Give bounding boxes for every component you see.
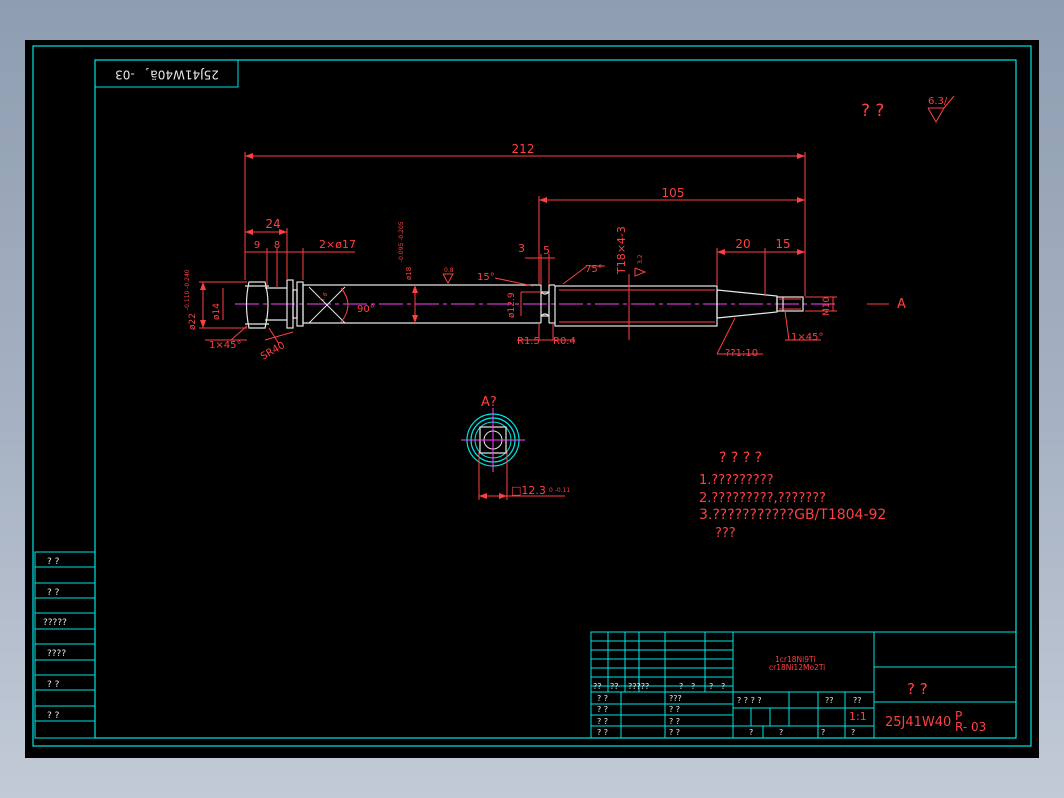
- weight-header: ??: [825, 696, 834, 705]
- dim-3: 3: [518, 242, 525, 255]
- notes-line-2: 2.?????????,???????: [699, 491, 826, 506]
- sheet-cell: ?: [749, 728, 753, 737]
- roughness-marks: ? ?: [861, 101, 884, 121]
- row-left: ? ?: [597, 728, 608, 737]
- row-mid: ? ?: [669, 717, 680, 726]
- dim-phi129: ø12.9: [507, 292, 517, 318]
- left-table-cell: ????: [47, 649, 66, 659]
- notes-line-1: 1.?????????: [699, 473, 774, 488]
- sign-header: ??: [610, 682, 619, 691]
- title-block: 1cr18Ni9Ti cr18Ni12Mo2Ti ?? ?? ????? ? ?…: [590, 631, 1017, 739]
- dim-sr: SR40: [259, 340, 287, 363]
- dim-20: 20: [735, 237, 750, 251]
- dim-9: 9: [254, 240, 260, 251]
- notes-title: ? ? ? ?: [719, 450, 762, 466]
- dim-chamfer1: 1×45°: [209, 340, 241, 351]
- dim-groove: 2×ø17: [319, 238, 356, 251]
- dim-chamfer2: 1×45°: [791, 332, 823, 343]
- section-view-a: A? □12.3 0 -0.11: [461, 395, 570, 500]
- dim-ang15: 15°: [477, 272, 495, 283]
- sign-header: ?: [679, 682, 683, 691]
- stamp-box: 25J41W40ä¸-03: [94, 59, 239, 88]
- drawing-code: 25J41W40: [885, 715, 951, 730]
- sheet-cell: ?: [851, 728, 855, 737]
- roughness-value: 6.3/: [928, 96, 948, 107]
- sign-header: ??: [593, 682, 602, 691]
- sheet-cell: ?: [821, 728, 825, 737]
- dim-thread: T18×4-3: [615, 226, 628, 275]
- row-mid: ? ?: [669, 728, 680, 737]
- sign-header: ?????: [628, 682, 649, 691]
- row-mid: ? ?: [669, 705, 680, 714]
- dim-m10: M10: [822, 297, 832, 316]
- section-label-a: A: [897, 297, 906, 312]
- cad-viewport[interactable]: 25J41W40ä¸-03 ? ? 6.3/: [25, 40, 1039, 758]
- notes-line-4: ???: [715, 526, 736, 541]
- drawing-code-r: R- 03: [955, 720, 986, 734]
- sign-header: ?: [709, 682, 713, 691]
- stage-header: ? ? ? ?: [737, 696, 762, 705]
- rough-small-3: 3.2: [637, 254, 644, 264]
- view-square-dim: □12.3: [511, 484, 546, 497]
- dim-ang75: 75°: [585, 264, 603, 275]
- left-table-cell: ? ?: [47, 680, 60, 690]
- material-line-2: cr18Ni12Mo2Ti: [769, 663, 825, 672]
- roughness-note: ? ? 6.3/: [861, 95, 955, 124]
- dim-105: 105: [662, 186, 685, 200]
- dim-phi22: ø22: [188, 313, 198, 330]
- scale-header: ??: [853, 696, 862, 705]
- roughness-small-icon-2: [634, 267, 647, 277]
- left-revision-table: ? ? ? ? ????? ???? ? ? ? ?: [34, 551, 96, 739]
- rough-small-2: 1.6: [319, 291, 330, 303]
- row-left: ? ?: [597, 694, 608, 703]
- sign-header: ?: [691, 682, 695, 691]
- part-name: ? ?: [907, 680, 928, 698]
- dim-15: 15: [775, 237, 790, 251]
- left-table-cell: ? ?: [47, 588, 60, 598]
- dim-5: 5: [543, 244, 550, 257]
- dim-r15: R1.5: [517, 336, 540, 347]
- sheet-cell: ?: [779, 728, 783, 737]
- row-mid: ???: [669, 694, 682, 703]
- scale-value: 1:1: [849, 710, 867, 723]
- dim-phi14: ø14: [212, 303, 222, 320]
- dim-8: 8: [274, 240, 280, 251]
- sign-header: ?: [721, 682, 725, 691]
- dim-phi18: ø18: [405, 267, 413, 280]
- left-table-cell: ? ?: [47, 711, 60, 721]
- shaft-drawing: 212 105 24 9 8 2×ø17 3 5 20 15 T18×4-3 ø…: [184, 142, 906, 363]
- view-a-label: A?: [481, 395, 497, 410]
- dim-phi22-tol: -0.110 -0.240: [184, 269, 191, 310]
- left-table-cell: ? ?: [47, 557, 60, 567]
- dim-phi18-tol: -0.095 -0.205: [398, 221, 405, 262]
- roughness-small-icon: [442, 273, 454, 285]
- row-left: ? ?: [597, 717, 608, 726]
- left-table-cell: ?????: [43, 618, 67, 628]
- technical-notes: ? ? ? ? 1.????????? 2.?????????,??????? …: [699, 450, 886, 541]
- notes-line-3: 3.???????????GB/T1804-92: [699, 507, 886, 523]
- roughness-symbol-icon: [927, 107, 945, 124]
- rough-small-1: 0.8: [444, 267, 454, 274]
- row-left: ? ?: [597, 705, 608, 714]
- dim-overall: 212: [512, 142, 535, 156]
- dim-r04: R0.4: [553, 336, 576, 347]
- stamp-text: 25J41W40ä¸-03: [115, 68, 219, 82]
- dim-taper: ??1:10: [725, 348, 758, 359]
- dim-24: 24: [265, 217, 280, 231]
- technical-drawing: 25J41W40ä¸-03 ? ? 6.3/: [32, 45, 1032, 747]
- dim-ang90: 90°: [357, 304, 375, 315]
- view-square-tol: 0 -0.11: [549, 487, 570, 494]
